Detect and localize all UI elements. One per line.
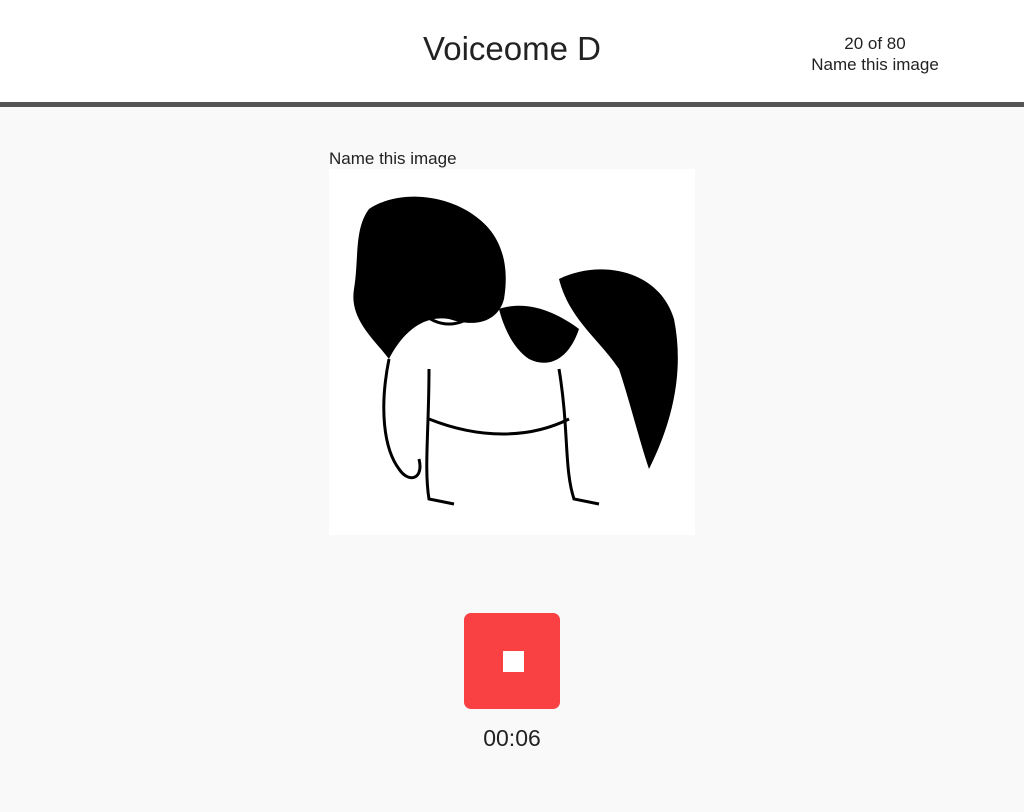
task-counter: 20 of 80	[844, 34, 906, 53]
dog-image	[329, 169, 695, 535]
stop-recording-button[interactable]	[464, 613, 560, 709]
prompt-label: Name this image	[329, 149, 457, 168]
task-name: Name this image	[811, 55, 939, 74]
stop-icon	[503, 651, 524, 672]
header: Voiceome D 20 of 80 Name this image	[0, 0, 1024, 107]
task-progress: 20 of 80 Name this image	[790, 33, 960, 75]
recording-timer: 00:06	[483, 725, 541, 751]
